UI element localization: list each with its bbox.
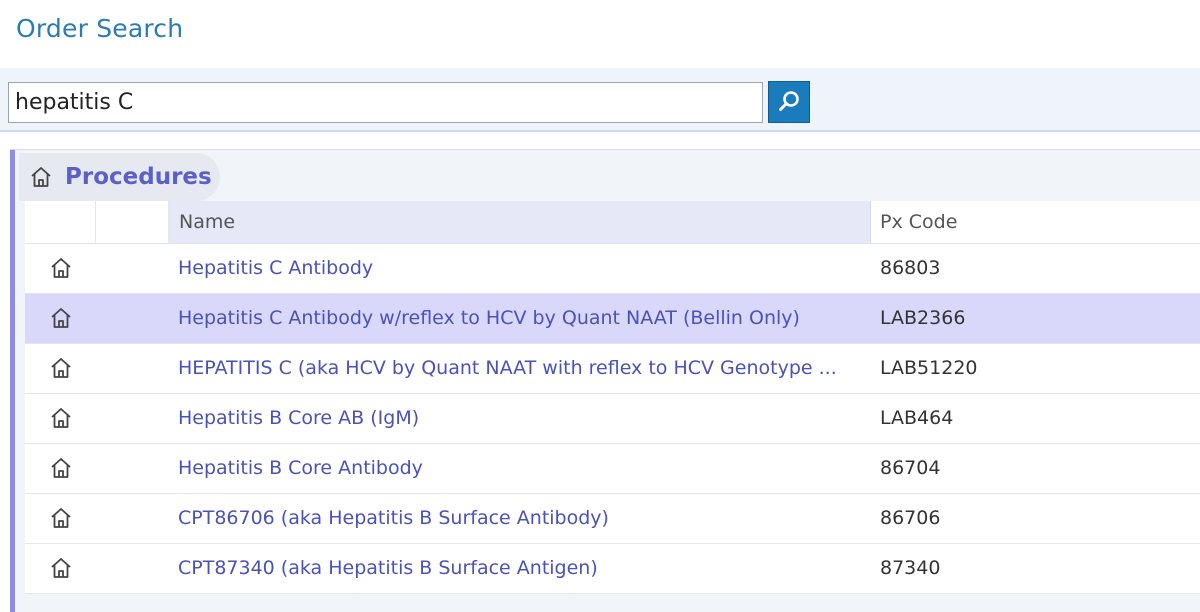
procedure-name-link[interactable]: Hepatitis B Core Antibody	[178, 444, 868, 493]
home-icon	[49, 306, 73, 330]
table-row[interactable]: Hepatitis C Antibody w/reflex to HCV by …	[25, 294, 1200, 344]
home-icon	[49, 356, 73, 380]
home-icon	[49, 556, 73, 580]
page-title: Order Search	[16, 14, 184, 43]
home-icon	[49, 256, 73, 280]
section-label: Procedures	[65, 164, 212, 190]
px-code: 86803	[880, 257, 941, 279]
table-row[interactable]: CPT86706 (aka Hepatitis B Surface Antibo…	[25, 494, 1200, 544]
px-code: 86704	[880, 457, 941, 479]
table-row[interactable]: Hepatitis B Core Antibody 86704	[25, 444, 1200, 494]
column-header-px-code[interactable]: Px Code	[872, 201, 1200, 243]
table-row[interactable]: Hepatitis B Core AB (IgM) LAB464	[25, 394, 1200, 444]
procedure-name-link[interactable]: Hepatitis C Antibody	[178, 244, 868, 293]
procedure-name-link[interactable]: CPT86706 (aka Hepatitis B Surface Antibo…	[178, 494, 868, 543]
header-cell	[25, 201, 96, 243]
divider	[10, 149, 1200, 150]
divider	[0, 130, 1200, 132]
home-icon	[49, 506, 73, 530]
procedure-name-link[interactable]: CPT87340 (aka Hepatitis B Surface Antige…	[178, 544, 868, 593]
home-icon	[49, 406, 73, 430]
px-code: 87340	[880, 557, 941, 579]
header-cell	[96, 201, 169, 243]
procedures-table: Name Px Code Hepatitis C Antibody 86803 He…	[25, 201, 1200, 594]
px-code: LAB51220	[880, 357, 978, 379]
table-body: Hepatitis C Antibody 86803 Hepatitis C Ant…	[25, 244, 1200, 594]
px-code: LAB464	[880, 407, 954, 429]
search-input[interactable]	[8, 82, 763, 123]
px-code: 86706	[880, 507, 941, 529]
table-row[interactable]: CPT87340 (aka Hepatitis B Surface Antige…	[25, 544, 1200, 594]
table-row[interactable]: Hepatitis C Antibody 86803	[25, 244, 1200, 294]
table-header: Name Px Code	[25, 201, 1200, 244]
procedure-name-link[interactable]: Hepatitis C Antibody w/reflex to HCV by …	[178, 294, 868, 343]
home-icon	[29, 164, 55, 190]
procedures-section-header: Procedures	[19, 153, 220, 201]
search-icon	[779, 91, 799, 111]
procedure-name-link[interactable]: HEPATITIS C (aka HCV by Quant NAAT with …	[178, 344, 868, 393]
home-icon	[49, 456, 73, 480]
search-button[interactable]	[768, 81, 810, 123]
column-header-name[interactable]: Name	[169, 201, 871, 243]
px-code: LAB2366	[880, 307, 966, 329]
procedure-name-link[interactable]: Hepatitis B Core AB (IgM)	[178, 394, 868, 443]
table-row[interactable]: HEPATITIS C (aka HCV by Quant NAAT with …	[25, 344, 1200, 394]
